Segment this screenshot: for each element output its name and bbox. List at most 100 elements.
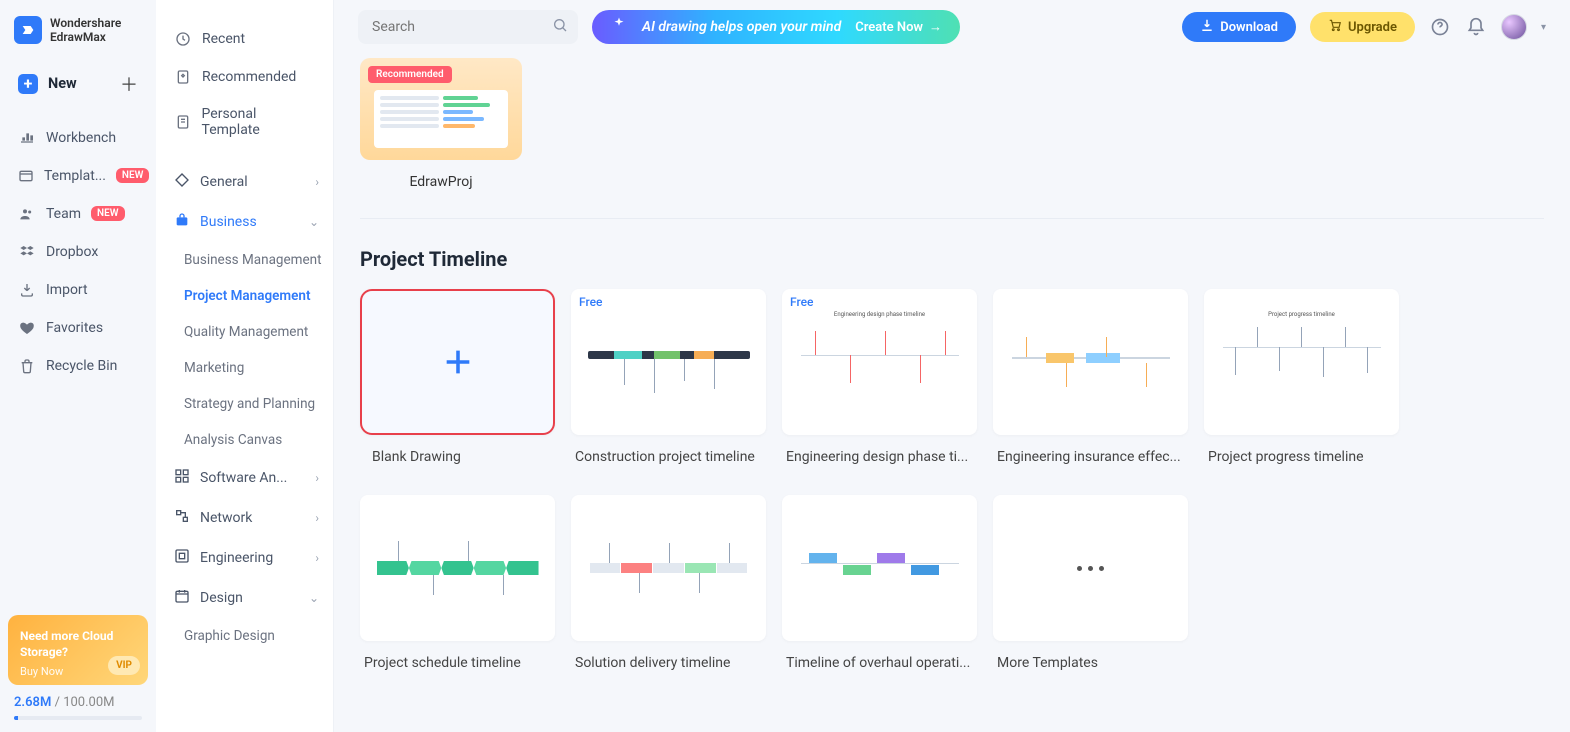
bell-icon[interactable] bbox=[1465, 16, 1487, 38]
tpl-title: Construction project timeline bbox=[571, 435, 766, 479]
sub-graphic-design[interactable]: Graphic Design bbox=[156, 618, 333, 654]
section-title: Project Timeline bbox=[360, 247, 1544, 271]
import-icon bbox=[18, 281, 36, 299]
clock-icon bbox=[174, 30, 192, 48]
help-icon[interactable] bbox=[1429, 16, 1451, 38]
sub-marketing[interactable]: Marketing bbox=[156, 350, 333, 386]
blank-thumb bbox=[360, 289, 555, 435]
new-badge: NEW bbox=[91, 206, 125, 221]
upgrade-button[interactable]: Upgrade bbox=[1310, 12, 1415, 42]
grid-icon bbox=[174, 468, 190, 488]
nav-label: Recycle Bin bbox=[46, 358, 117, 374]
workbench-icon bbox=[18, 129, 36, 147]
storage-promo[interactable]: Need more Cloud Storage? Buy Now VIP bbox=[8, 615, 148, 685]
vip-chip: VIP bbox=[108, 656, 140, 675]
secondary-sidebar: Recent Recommended Personal Template Gen… bbox=[156, 0, 334, 732]
tpl-title: More Templates bbox=[993, 641, 1188, 685]
promo-line1: Need more Cloud bbox=[20, 629, 136, 643]
cat-engineering[interactable]: Engineering › bbox=[156, 538, 333, 578]
new-button[interactable]: + New ＋ bbox=[8, 63, 148, 105]
team-icon bbox=[18, 205, 36, 223]
edrawproj-title: EdrawProj bbox=[360, 160, 522, 204]
sub-quality-management[interactable]: Quality Management bbox=[156, 314, 333, 350]
calendar-icon bbox=[174, 588, 190, 608]
edrawproj-thumb: Recommended bbox=[360, 58, 522, 160]
logo-icon bbox=[14, 16, 42, 44]
main-area: AI drawing helps open your mind Create N… bbox=[334, 0, 1570, 732]
template-card[interactable]: Project progress timeline Project progre… bbox=[1204, 289, 1399, 479]
more-templates-card[interactable]: More Templates bbox=[993, 495, 1188, 685]
cat-business[interactable]: Business ⌄ bbox=[156, 202, 333, 242]
tpl-title: Project progress timeline bbox=[1204, 435, 1399, 479]
nav-import[interactable]: Import bbox=[8, 271, 148, 309]
ai-cta[interactable]: Create Now → bbox=[855, 19, 942, 35]
tag-icon bbox=[174, 172, 190, 192]
sub-analysis-canvas[interactable]: Analysis Canvas bbox=[156, 422, 333, 458]
nav-label: Templat... bbox=[44, 168, 106, 184]
nav-templates[interactable]: Templat... NEW bbox=[8, 157, 148, 195]
nav-favorites[interactable]: Favorites bbox=[8, 309, 148, 347]
search-icon[interactable] bbox=[552, 17, 568, 37]
ai-text: AI drawing helps open your mind bbox=[642, 19, 841, 35]
nav-recycle[interactable]: Recycle Bin bbox=[8, 347, 148, 385]
cat-design[interactable]: Design ⌄ bbox=[156, 578, 333, 618]
storage-bar bbox=[14, 716, 142, 720]
dots-icon bbox=[1077, 566, 1104, 571]
sec-personal-template[interactable]: Personal Template bbox=[156, 96, 333, 148]
template-card[interactable]: Free Engineering design phase timeline E… bbox=[782, 289, 977, 479]
template-card[interactable]: Free Construction project timeline bbox=[571, 289, 766, 479]
avatar[interactable] bbox=[1501, 14, 1527, 40]
template-card[interactable]: Timeline of overhaul operati... bbox=[782, 495, 977, 685]
topbar: AI drawing helps open your mind Create N… bbox=[334, 0, 1570, 50]
caret-down-icon[interactable]: ▾ bbox=[1541, 22, 1546, 33]
cart-icon bbox=[1328, 18, 1342, 36]
download-button[interactable]: Download bbox=[1182, 12, 1296, 42]
ai-banner[interactable]: AI drawing helps open your mind Create N… bbox=[592, 10, 960, 44]
blank-drawing-card[interactable]: Blank Drawing bbox=[360, 289, 555, 479]
cat-general[interactable]: General › bbox=[156, 162, 333, 202]
page-icon bbox=[174, 113, 192, 131]
business-icon bbox=[174, 212, 190, 232]
chevron-right-icon: › bbox=[315, 471, 319, 485]
edrawproj-card[interactable]: Recommended EdrawProj bbox=[360, 58, 522, 204]
sub-project-management[interactable]: Project Management bbox=[156, 278, 333, 314]
nav-label: Favorites bbox=[46, 320, 103, 336]
app-logo[interactable]: Wondershare EdrawMax bbox=[8, 12, 148, 63]
chevron-right-icon: › bbox=[315, 511, 319, 525]
tpl-title: Engineering insurance effec... bbox=[993, 435, 1188, 479]
engineering-icon bbox=[174, 548, 190, 568]
search-wrap bbox=[358, 10, 578, 44]
storage-total: 100.00M bbox=[63, 695, 114, 710]
storage-used: 2.68M bbox=[14, 695, 51, 710]
badge-icon bbox=[174, 68, 192, 86]
new-label: New bbox=[48, 75, 77, 92]
sub-business-management[interactable]: Business Management bbox=[156, 242, 333, 278]
search-input[interactable] bbox=[358, 10, 578, 44]
download-icon bbox=[1200, 18, 1214, 36]
plus-icon: + bbox=[18, 74, 38, 94]
add-extra-icon[interactable]: ＋ bbox=[120, 71, 138, 97]
template-card[interactable]: Project schedule timeline bbox=[360, 495, 555, 685]
divider bbox=[360, 218, 1544, 219]
sec-recommended[interactable]: Recommended bbox=[156, 58, 333, 96]
recommend-row: Recommended EdrawProj bbox=[360, 58, 1544, 204]
tpl-title: Project schedule timeline bbox=[360, 641, 555, 685]
new-badge: NEW bbox=[116, 168, 150, 183]
nav-dropbox[interactable]: Dropbox bbox=[8, 233, 148, 271]
cat-software[interactable]: Software An... › bbox=[156, 458, 333, 498]
sec-recent[interactable]: Recent bbox=[156, 20, 333, 58]
sub-strategy-planning[interactable]: Strategy and Planning bbox=[156, 386, 333, 422]
chevron-down-icon: ⌄ bbox=[309, 215, 319, 229]
template-card[interactable]: Solution delivery timeline bbox=[571, 495, 766, 685]
tpl-title: Solution delivery timeline bbox=[571, 641, 766, 685]
logo-text: Wondershare EdrawMax bbox=[50, 16, 121, 45]
content: Recommended EdrawProj Projec bbox=[334, 50, 1570, 732]
nav-label: Workbench bbox=[46, 130, 116, 146]
chevron-right-icon: › bbox=[315, 551, 319, 565]
nav-team[interactable]: Team NEW bbox=[8, 195, 148, 233]
cat-network[interactable]: Network › bbox=[156, 498, 333, 538]
nav-workbench[interactable]: Workbench bbox=[8, 119, 148, 157]
template-card[interactable]: Engineering insurance effec... bbox=[993, 289, 1188, 479]
nav-label: Team bbox=[46, 206, 81, 222]
primary-sidebar: Wondershare EdrawMax + New ＋ Workbench T… bbox=[0, 0, 156, 732]
